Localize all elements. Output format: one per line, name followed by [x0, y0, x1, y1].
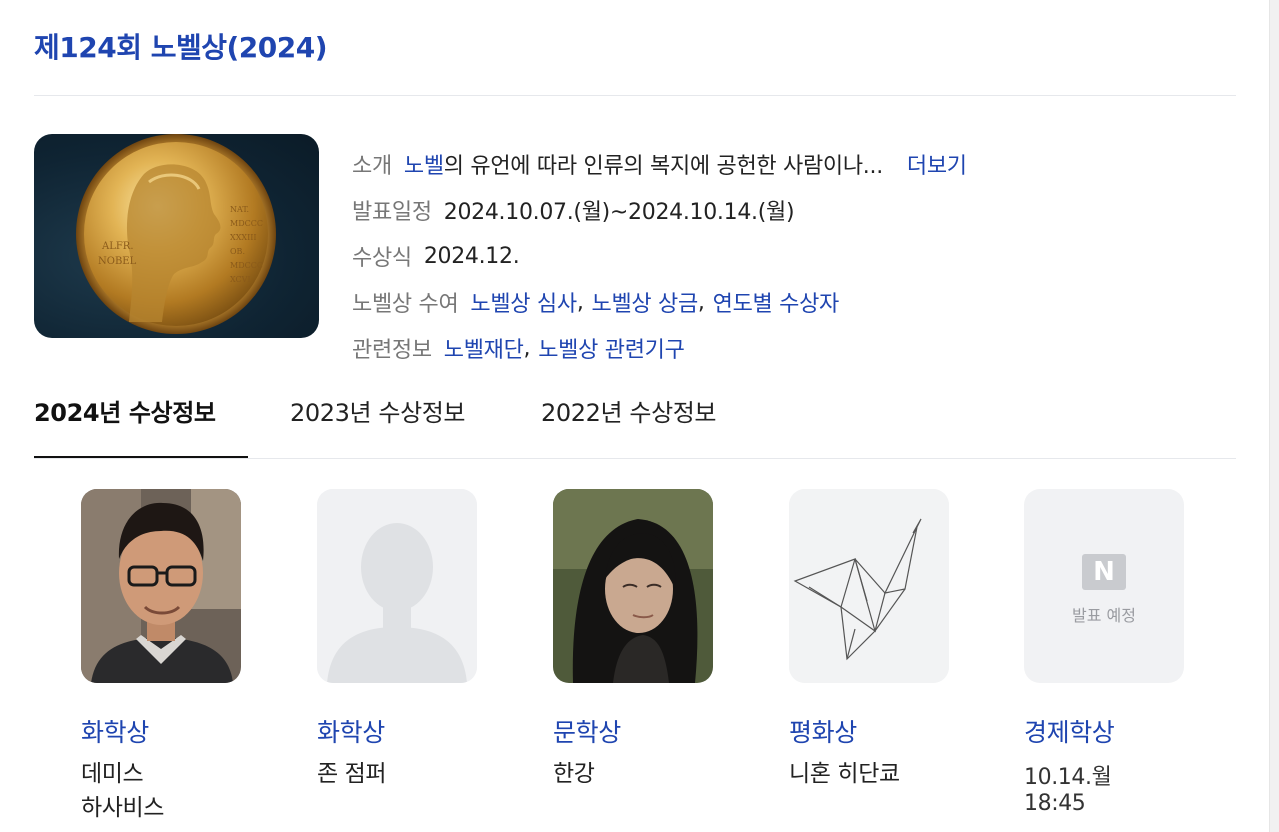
winner-photo[interactable] [553, 489, 713, 683]
svg-text:XCVI: XCVI [230, 275, 251, 284]
winner-name-line: 데미스 [81, 761, 144, 787]
nobel-link[interactable]: 노벨 [404, 148, 444, 180]
person-photo [553, 489, 713, 683]
divider [34, 458, 1236, 459]
winner-photo[interactable] [789, 489, 949, 683]
intro-label: 소개 [352, 154, 392, 179]
ceremony-row: 수상식 2024.12. [352, 233, 1212, 279]
separator: , [523, 335, 531, 361]
person-placeholder-icon [317, 489, 477, 683]
nobel-foundation-link[interactable]: 노벨재단 [444, 332, 524, 364]
prize-money-link[interactable]: 노벨상 상금 [592, 286, 699, 318]
tab-2022[interactable]: 2022년 수상정보 [541, 393, 717, 428]
ceremony-label: 수상식 [352, 246, 412, 271]
year-tabs: 2024년 수상정보 2023년 수상정보 2022년 수상정보 [34, 385, 1236, 459]
paper-crane-icon [789, 489, 949, 683]
winner-category[interactable]: 평화상 [789, 713, 942, 749]
winner-category[interactable]: 화학상 [81, 713, 234, 749]
more-link[interactable]: 더보기 [907, 148, 967, 180]
review-link[interactable]: 노벨상 심사 [470, 286, 577, 318]
naver-logo-icon: N [1082, 554, 1126, 590]
winner-name-line: 한강 [553, 761, 595, 787]
nobel-organizations-link[interactable]: 노벨상 관련기구 [538, 332, 685, 364]
svg-text:XXXIII: XXXIII [230, 233, 257, 242]
winner-name-line: 존 점퍼 [317, 761, 387, 787]
tab-2024[interactable]: 2024년 수상정보 [34, 393, 216, 428]
related-label: 관련정보 [352, 338, 432, 363]
intro-row: 소개 노벨 의 유언에 따라 인류의 복지에 공헌한 사람이나... 더보기 [352, 141, 1212, 187]
winner-name: 한강 [553, 757, 706, 791]
winner-category[interactable]: 화학상 [317, 713, 470, 749]
related-row: 관련정보 노벨재단, 노벨상 관련기구 [352, 325, 1212, 371]
person-photo [81, 489, 241, 683]
separator: , [697, 289, 705, 315]
winner-card[interactable]: 화학상 존 점퍼 [270, 489, 477, 791]
announcement-time: 10.14.월 18:45 [1024, 765, 1112, 816]
pending-label: 발표 예정 [1072, 606, 1136, 625]
schedule-label: 발표일정 [352, 200, 432, 225]
scrollbar[interactable] [1269, 0, 1279, 832]
winner-card[interactable]: 문학상 한강 [506, 489, 713, 791]
winner-name: 존 점퍼 [317, 757, 470, 791]
winner-category[interactable]: 문학상 [553, 713, 706, 749]
page-title[interactable]: 제124회 노벨상(2024) [34, 26, 328, 66]
award-label: 노벨상 수여 [352, 292, 459, 317]
award-row: 노벨상 수여 노벨상 심사, 노벨상 상금, 연도별 수상자 [352, 279, 1212, 325]
svg-text:NAT.: NAT. [230, 205, 249, 214]
winner-name-line: 하사비스 [81, 795, 165, 821]
tab-2023[interactable]: 2023년 수상정보 [290, 393, 466, 428]
nobel-medal-image[interactable]: ALFR. NOBEL NAT. MDCCC XXXIII OB. MDCCC … [34, 134, 319, 338]
winner-category[interactable]: 경제학상 [1024, 713, 1177, 749]
ceremony-value: 2024.12. [423, 243, 520, 269]
winner-card[interactable]: 화학상 데미스 하사비스 [34, 489, 241, 825]
medal-icon: ALFR. NOBEL NAT. MDCCC XXXIII OB. MDCCC … [76, 134, 276, 334]
winner-photo[interactable]: N 발표 예정 [1024, 489, 1184, 683]
intro-text: 의 유언에 따라 인류의 복지에 공헌한 사람이나... [443, 154, 883, 179]
divider [34, 95, 1236, 96]
svg-text:MDCCC: MDCCC [230, 219, 263, 228]
winner-photo[interactable] [81, 489, 241, 683]
winner-card[interactable]: 평화상 니혼 히단쿄 [742, 489, 949, 791]
schedule-value: 2024.10.07.(월)~2024.10.14.(월) [443, 200, 795, 225]
separator: , [576, 289, 584, 315]
svg-text:NOBEL: NOBEL [98, 256, 137, 267]
info-panel: 소개 노벨 의 유언에 따라 인류의 복지에 공헌한 사람이나... 더보기 발… [352, 141, 1212, 371]
winner-photo[interactable] [317, 489, 477, 683]
winner-name: 니혼 히단쿄 [789, 757, 942, 791]
winner-name-line: 니혼 히단쿄 [789, 761, 900, 787]
svg-text:ALFR.: ALFR. [101, 241, 134, 252]
schedule-row: 발표일정 2024.10.07.(월)~2024.10.14.(월) [352, 187, 1212, 233]
winner-card[interactable]: N 발표 예정 경제학상 10.14.월 18:45 [977, 489, 1184, 816]
svg-text:OB.: OB. [230, 247, 245, 256]
winner-name: 데미스 하사비스 [81, 757, 234, 825]
svg-text:MDCCC: MDCCC [230, 261, 263, 270]
winners-by-year-link[interactable]: 연도별 수상자 [713, 286, 840, 318]
